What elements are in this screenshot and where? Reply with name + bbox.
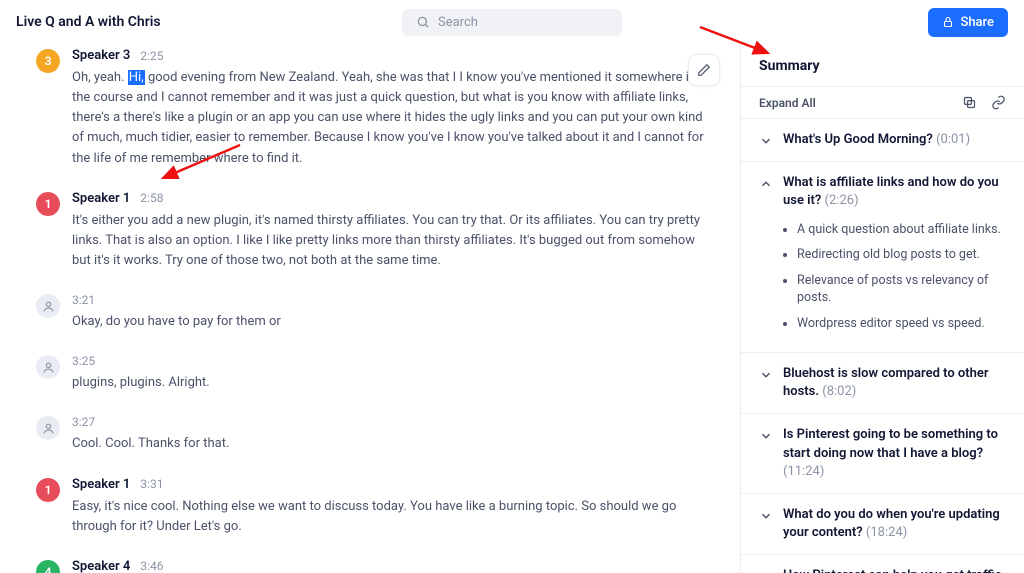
speaker-name[interactable]: Speaker 4 [72, 559, 130, 573]
pencil-icon [697, 63, 711, 77]
transcript-entry: 1 Speaker 1 3:31 Easy, it's nice cool. Noth… [36, 477, 704, 537]
summary-toolbar: Expand All [741, 86, 1024, 119]
transcript-text: Okay, do you have to pay for them or [72, 312, 704, 332]
summary-section-toggle[interactable]: How Pinterest can help you get traffic t… [759, 567, 1006, 573]
timestamp[interactable]: 3:31 [140, 477, 163, 491]
summary-section-title: Is Pinterest going to be something to st… [783, 426, 1006, 481]
transcript-entry: 4Speaker 43:46You I stopped music integr… [36, 559, 704, 573]
summary-section-title: How Pinterest can help you get traffic t… [783, 567, 1006, 573]
summary-bullet: Wordpress editor speed vs speed. [797, 315, 1006, 333]
summary-section: What's Up Good Morning? (0:01) [741, 119, 1024, 162]
share-button[interactable]: Share [928, 8, 1008, 37]
summary-section: What do you do when you're updating your… [741, 494, 1024, 555]
chevron-down-icon [759, 509, 773, 523]
timestamp[interactable]: 2:25 [140, 49, 163, 63]
chevron-down-icon [759, 134, 773, 148]
transcript-panel: 3 Speaker 3 2:25 Oh, yeah. Hi, good evening… [0, 44, 740, 573]
transcript-text: Oh, yeah. Hi, good evening from New Zeal… [72, 68, 704, 169]
transcript-text: plugins, plugins. Alright. [72, 373, 704, 393]
speaker-avatar [36, 416, 60, 440]
speaker-avatar: 3 [36, 49, 60, 73]
transcript-entry: 3:27 Cool. Cool. Thanks for that. [36, 415, 704, 454]
summary-section-toggle[interactable]: What do you do when you're updating your… [759, 506, 1006, 542]
link-icon[interactable] [991, 95, 1006, 110]
speaker-avatar: 1 [36, 192, 60, 216]
topbar: Live Q and A with Chris Search Share [0, 0, 1024, 44]
summary-section: What is affiliate links and how do you u… [741, 162, 1024, 353]
summary-bullet: Redirecting old blog posts to get. [797, 246, 1006, 264]
summary-section-title: Bluehost is slow compared to other hosts… [783, 365, 1006, 401]
timestamp[interactable]: 3:21 [72, 293, 95, 307]
search-icon [416, 15, 430, 29]
summary-bullet: A quick question about affiliate links. [797, 221, 1006, 239]
summary-section: Bluehost is slow compared to other hosts… [741, 353, 1024, 414]
timestamp[interactable]: 3:27 [72, 415, 95, 429]
summary-section-title: What is affiliate links and how do you u… [783, 174, 1006, 210]
summary-panel: Summary Expand All What's Up Good Mornin… [740, 44, 1024, 573]
chevron-down-icon [759, 368, 773, 382]
chevron-up-icon [759, 177, 773, 191]
summary-title: Summary [741, 44, 1024, 86]
summary-bullet: Relevance of posts vs relevancy of posts… [797, 272, 1006, 307]
page-title: Live Q and A with Chris [16, 14, 161, 30]
search-placeholder: Search [438, 15, 478, 30]
speaker-avatar: 1 [36, 478, 60, 502]
summary-section-toggle[interactable]: Is Pinterest going to be something to st… [759, 426, 1006, 481]
speaker-name[interactable]: Speaker 1 [72, 191, 130, 206]
transcript-entry: 3:25 plugins, plugins. Alright. [36, 354, 704, 393]
summary-section-toggle[interactable]: Bluehost is slow compared to other hosts… [759, 365, 1006, 401]
summary-section-title: What do you do when you're updating your… [783, 506, 1006, 542]
speaker-avatar [36, 355, 60, 379]
summary-section: Is Pinterest going to be something to st… [741, 414, 1024, 494]
transcript-text: It's either you add a new plugin, it's n… [72, 211, 704, 271]
transcript-text: Easy, it's nice cool. Nothing else we wa… [72, 497, 704, 537]
speaker-avatar [36, 294, 60, 318]
transcript-entry: 1 Speaker 1 2:58 It's either you add a new … [36, 191, 704, 271]
edit-button[interactable] [688, 54, 720, 86]
summary-bullets: A quick question about affiliate links. R… [783, 221, 1006, 333]
summary-section-toggle[interactable]: What is affiliate links and how do you u… [759, 174, 1006, 210]
summary-section-title: What's Up Good Morning? (0:01) [783, 131, 970, 149]
speaker-avatar: 4 [36, 560, 60, 573]
transcript-entry: 3 Speaker 3 2:25 Oh, yeah. Hi, good evening… [36, 48, 704, 169]
timestamp[interactable]: 3:46 [140, 559, 163, 573]
search-input[interactable]: Search [402, 9, 622, 36]
speaker-name[interactable]: Speaker 1 [72, 477, 130, 492]
transcript-text: Cool. Cool. Thanks for that. [72, 434, 704, 454]
chevron-down-icon [759, 429, 773, 443]
timestamp[interactable]: 2:58 [140, 191, 163, 205]
transcript-entry: 3:21 Okay, do you have to pay for them or [36, 293, 704, 332]
speaker-name[interactable]: Speaker 3 [72, 48, 130, 63]
copy-icon[interactable] [962, 95, 977, 110]
timestamp[interactable]: 3:25 [72, 354, 95, 368]
summary-section-toggle[interactable]: What's Up Good Morning? (0:01) [759, 131, 1006, 149]
lock-icon [942, 16, 954, 28]
summary-section: How Pinterest can help you get traffic t… [741, 555, 1024, 573]
expand-all-button[interactable]: Expand All [759, 96, 816, 110]
